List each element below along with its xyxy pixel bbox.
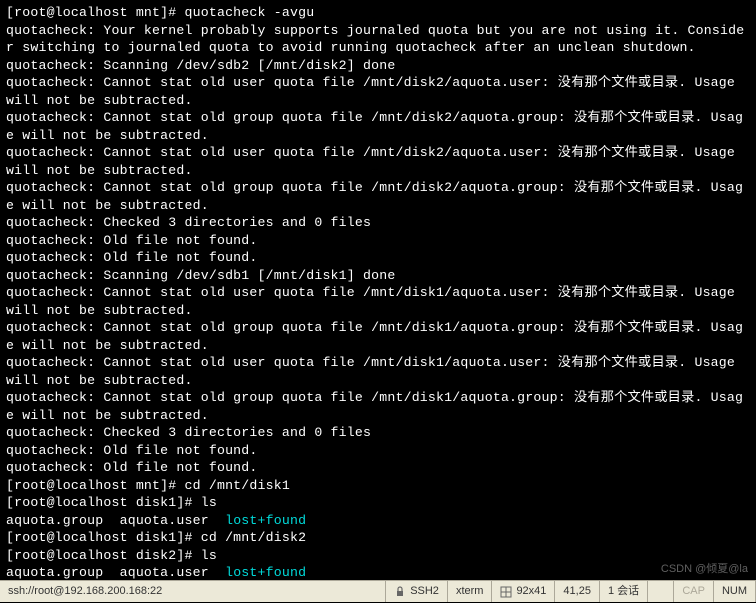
terminal-text: quotacheck: Cannot stat old user quota f… — [6, 145, 743, 178]
terminal-text: quotacheck: Checked 3 directories and 0 … — [6, 215, 371, 230]
terminal-text: [root@localhost disk1]# cd /mnt/disk2 — [6, 530, 306, 545]
terminal-line: quotacheck: Old file not found. — [6, 249, 750, 267]
terminal-line: [root@localhost mnt]# quotacheck -avgu — [6, 4, 750, 22]
terminal-line: quotacheck: Cannot stat old user quota f… — [6, 144, 750, 179]
terminal-line: quotacheck: Checked 3 directories and 0 … — [6, 424, 750, 442]
terminal-line: quotacheck: Checked 3 directories and 0 … — [6, 214, 750, 232]
terminal-text: quotacheck: Your kernel probably support… — [6, 23, 744, 56]
terminal-line: aquota.group aquota.user lost+found — [6, 564, 750, 582]
terminal-text: aquota.group aquota.user — [6, 513, 225, 528]
status-bar: ssh://root@192.168.200.168:22 SSH2 xterm… — [0, 580, 756, 602]
status-ssh: ssh://root@192.168.200.168:22 — [0, 581, 386, 602]
terminal-line: aquota.group aquota.user lost+found — [6, 512, 750, 530]
terminal-line: quotacheck: Cannot stat old group quota … — [6, 109, 750, 144]
terminal-line: quotacheck: Cannot stat old user quota f… — [6, 354, 750, 389]
terminal-text: aquota.group aquota.user — [6, 565, 225, 580]
lock-icon — [394, 586, 406, 598]
terminal-text: [root@localhost mnt]# cd /mnt/disk1 — [6, 478, 290, 493]
terminal-text: quotacheck: Scanning /dev/sdb1 [/mnt/dis… — [6, 268, 395, 283]
status-cap: CAP — [674, 581, 714, 602]
status-term: xterm — [448, 581, 493, 602]
terminal-text: quotacheck: Cannot stat old user quota f… — [6, 355, 743, 388]
terminal-text: [root@localhost disk1]# ls — [6, 495, 217, 510]
terminal-text: [root@localhost mnt]# quotacheck -avgu — [6, 5, 314, 20]
terminal-line: quotacheck: Old file not found. — [6, 459, 750, 477]
terminal-line: [root@localhost disk1]# cd /mnt/disk2 — [6, 529, 750, 547]
status-num: NUM — [714, 581, 756, 602]
terminal-text: quotacheck: Cannot stat old user quota f… — [6, 285, 743, 318]
status-protocol: SSH2 — [386, 581, 448, 602]
terminal-text: quotacheck: Old file not found. — [6, 250, 258, 265]
status-pos: 41,25 — [555, 581, 600, 602]
terminal-text: quotacheck: Old file not found. — [6, 233, 258, 248]
status-size: 92x41 — [492, 581, 555, 602]
terminal-line: quotacheck: Cannot stat old group quota … — [6, 389, 750, 424]
terminal-text: quotacheck: Cannot stat old group quota … — [6, 180, 743, 213]
terminal-line: quotacheck: Cannot stat old group quota … — [6, 319, 750, 354]
terminal-line: quotacheck: Cannot stat old user quota f… — [6, 74, 750, 109]
terminal-text: [root@localhost disk2]# ls — [6, 548, 217, 563]
terminal-text: quotacheck: Cannot stat old group quota … — [6, 110, 743, 143]
terminal-text: lost+found — [225, 565, 306, 580]
terminal-line: quotacheck: Your kernel probably support… — [6, 22, 750, 57]
terminal-line: quotacheck: Cannot stat old group quota … — [6, 179, 750, 214]
terminal-text: quotacheck: Checked 3 directories and 0 … — [6, 425, 371, 440]
terminal-line: quotacheck: Scanning /dev/sdb1 [/mnt/dis… — [6, 267, 750, 285]
terminal-line: quotacheck: Cannot stat old user quota f… — [6, 284, 750, 319]
terminal-output[interactable]: [root@localhost mnt]# quotacheck -avgu qu… — [0, 0, 756, 603]
status-spacer — [648, 581, 674, 602]
terminal-line: quotacheck: Old file not found. — [6, 232, 750, 250]
watermark: CSDN @倾夏@la — [661, 561, 748, 579]
grid-icon — [500, 586, 512, 598]
terminal-text: quotacheck: Cannot stat old group quota … — [6, 390, 743, 423]
terminal-text: quotacheck: Old file not found. — [6, 443, 258, 458]
terminal-text: quotacheck: Old file not found. — [6, 460, 258, 475]
terminal-line: [root@localhost mnt]# cd /mnt/disk1 — [6, 477, 750, 495]
status-session: 1 会话 — [600, 581, 648, 602]
terminal-text: lost+found — [225, 513, 306, 528]
terminal-line: [root@localhost disk2]# ls — [6, 547, 750, 565]
terminal-text: quotacheck: Cannot stat old user quota f… — [6, 75, 743, 108]
terminal-text: quotacheck: Cannot stat old group quota … — [6, 320, 743, 353]
terminal-text: quotacheck: Scanning /dev/sdb2 [/mnt/dis… — [6, 58, 395, 73]
terminal-line: quotacheck: Scanning /dev/sdb2 [/mnt/dis… — [6, 57, 750, 75]
terminal-line: quotacheck: Old file not found. — [6, 442, 750, 460]
terminal-line: [root@localhost disk1]# ls — [6, 494, 750, 512]
